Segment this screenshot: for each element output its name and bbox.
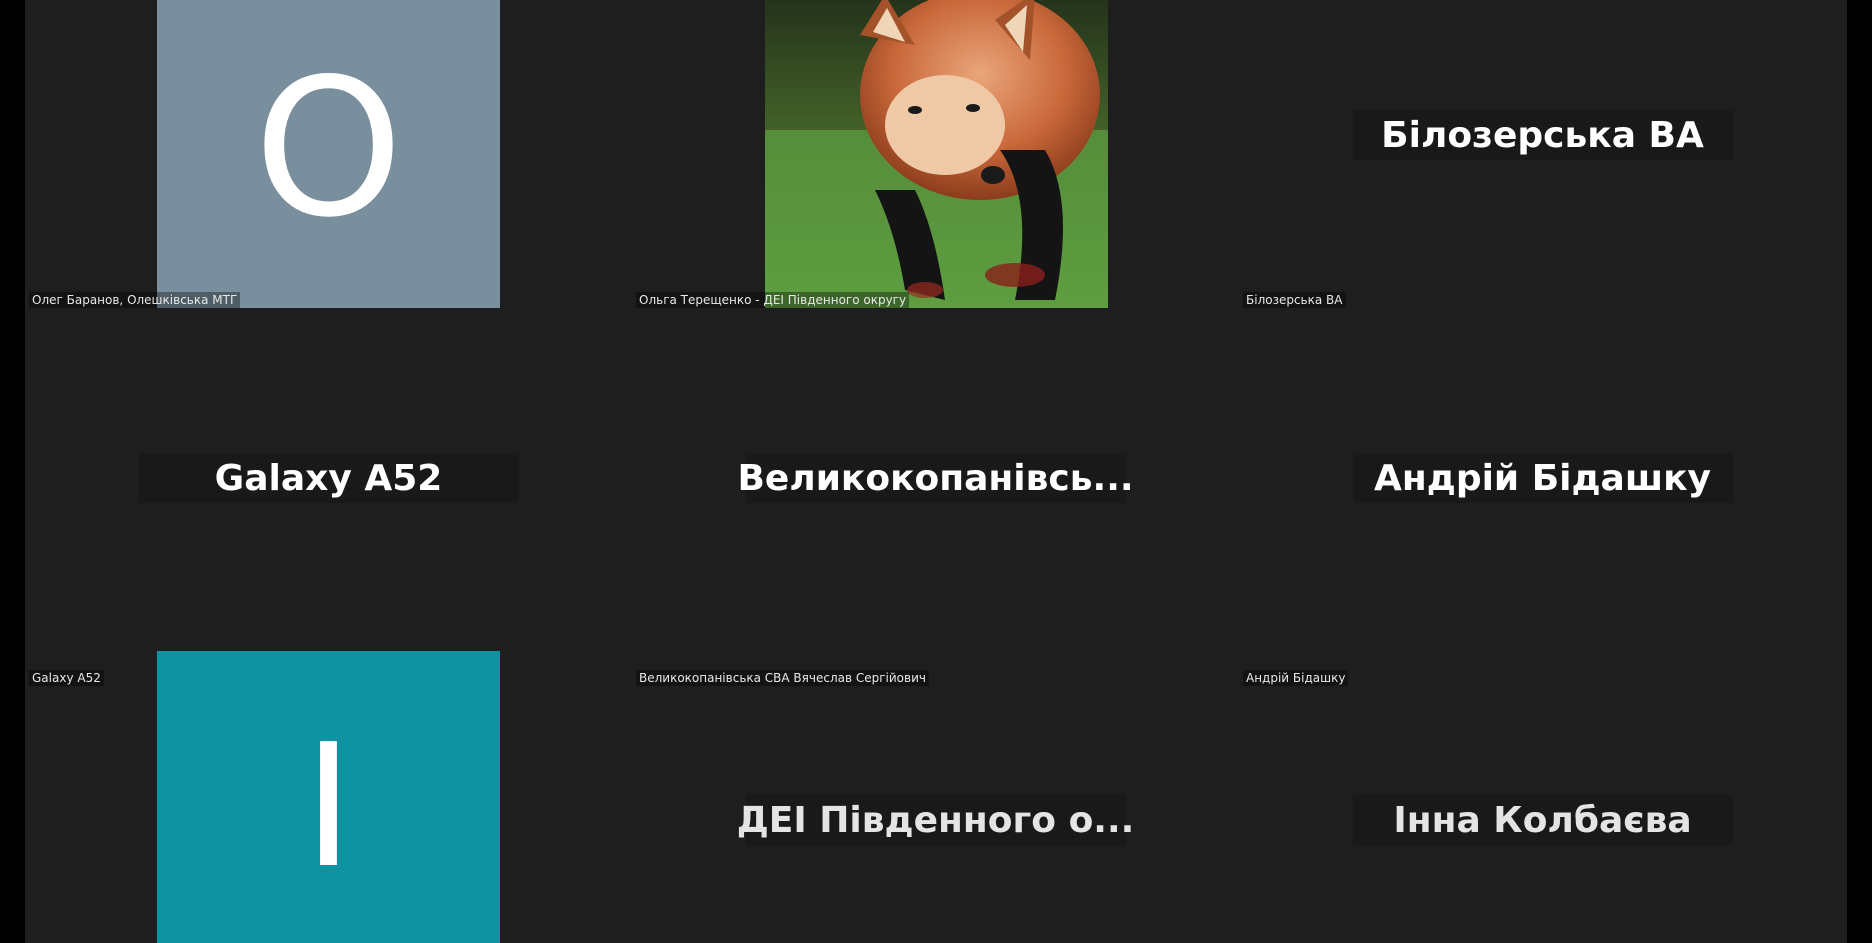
- participant-avatar: О: [157, 0, 500, 308]
- avatar-initial: О: [253, 38, 404, 259]
- participant-tile[interactable]: Білозерська ВА Білозерська ВА: [1239, 0, 1846, 343]
- participant-name-card: Galaxy A52: [138, 453, 519, 503]
- participant-tile[interactable]: Galaxy A52 Galaxy A52: [25, 343, 632, 686]
- participant-name-label: Ольга Терещенко - ДЕІ Південного округу: [636, 292, 910, 308]
- participant-tile[interactable]: Ольга Терещенко - ДЕІ Південного округу: [632, 0, 1239, 343]
- participant-name-card: ДЕІ Південного о...: [737, 795, 1134, 845]
- participant-name-card: Андрій Бідашку: [1352, 453, 1733, 503]
- participant-name-label: Білозерська ВА: [1243, 292, 1346, 308]
- participant-avatar: І: [157, 651, 500, 943]
- participant-tile[interactable]: Інна Колбаєва: [1239, 651, 1846, 943]
- participant-name-card: Білозерська ВА: [1352, 110, 1733, 160]
- participant-name-card: Великокопанівсь...: [737, 453, 1134, 503]
- participant-name-card: Інна Колбаєва: [1352, 795, 1733, 845]
- participant-tile[interactable]: ДЕІ Південного о...: [632, 651, 1239, 943]
- fox-photo: [765, 0, 1108, 308]
- participant-name-label: Олег Баранов, Олешківська МТГ: [29, 292, 241, 308]
- avatar-initial: І: [303, 708, 354, 906]
- participant-avatar: [765, 0, 1108, 308]
- participant-tile[interactable]: І: [25, 651, 632, 943]
- participant-tile[interactable]: О Олег Баранов, Олешківська МТГ: [25, 0, 632, 343]
- video-gallery: О Олег Баранов, Олешківська МТГ Ольга Те…: [25, 0, 1847, 943]
- participant-tile[interactable]: Великокопанівсь... Великокопанівська СВА…: [632, 343, 1239, 686]
- participant-tile[interactable]: Андрій Бідашку Андрій Бідашку: [1239, 343, 1846, 686]
